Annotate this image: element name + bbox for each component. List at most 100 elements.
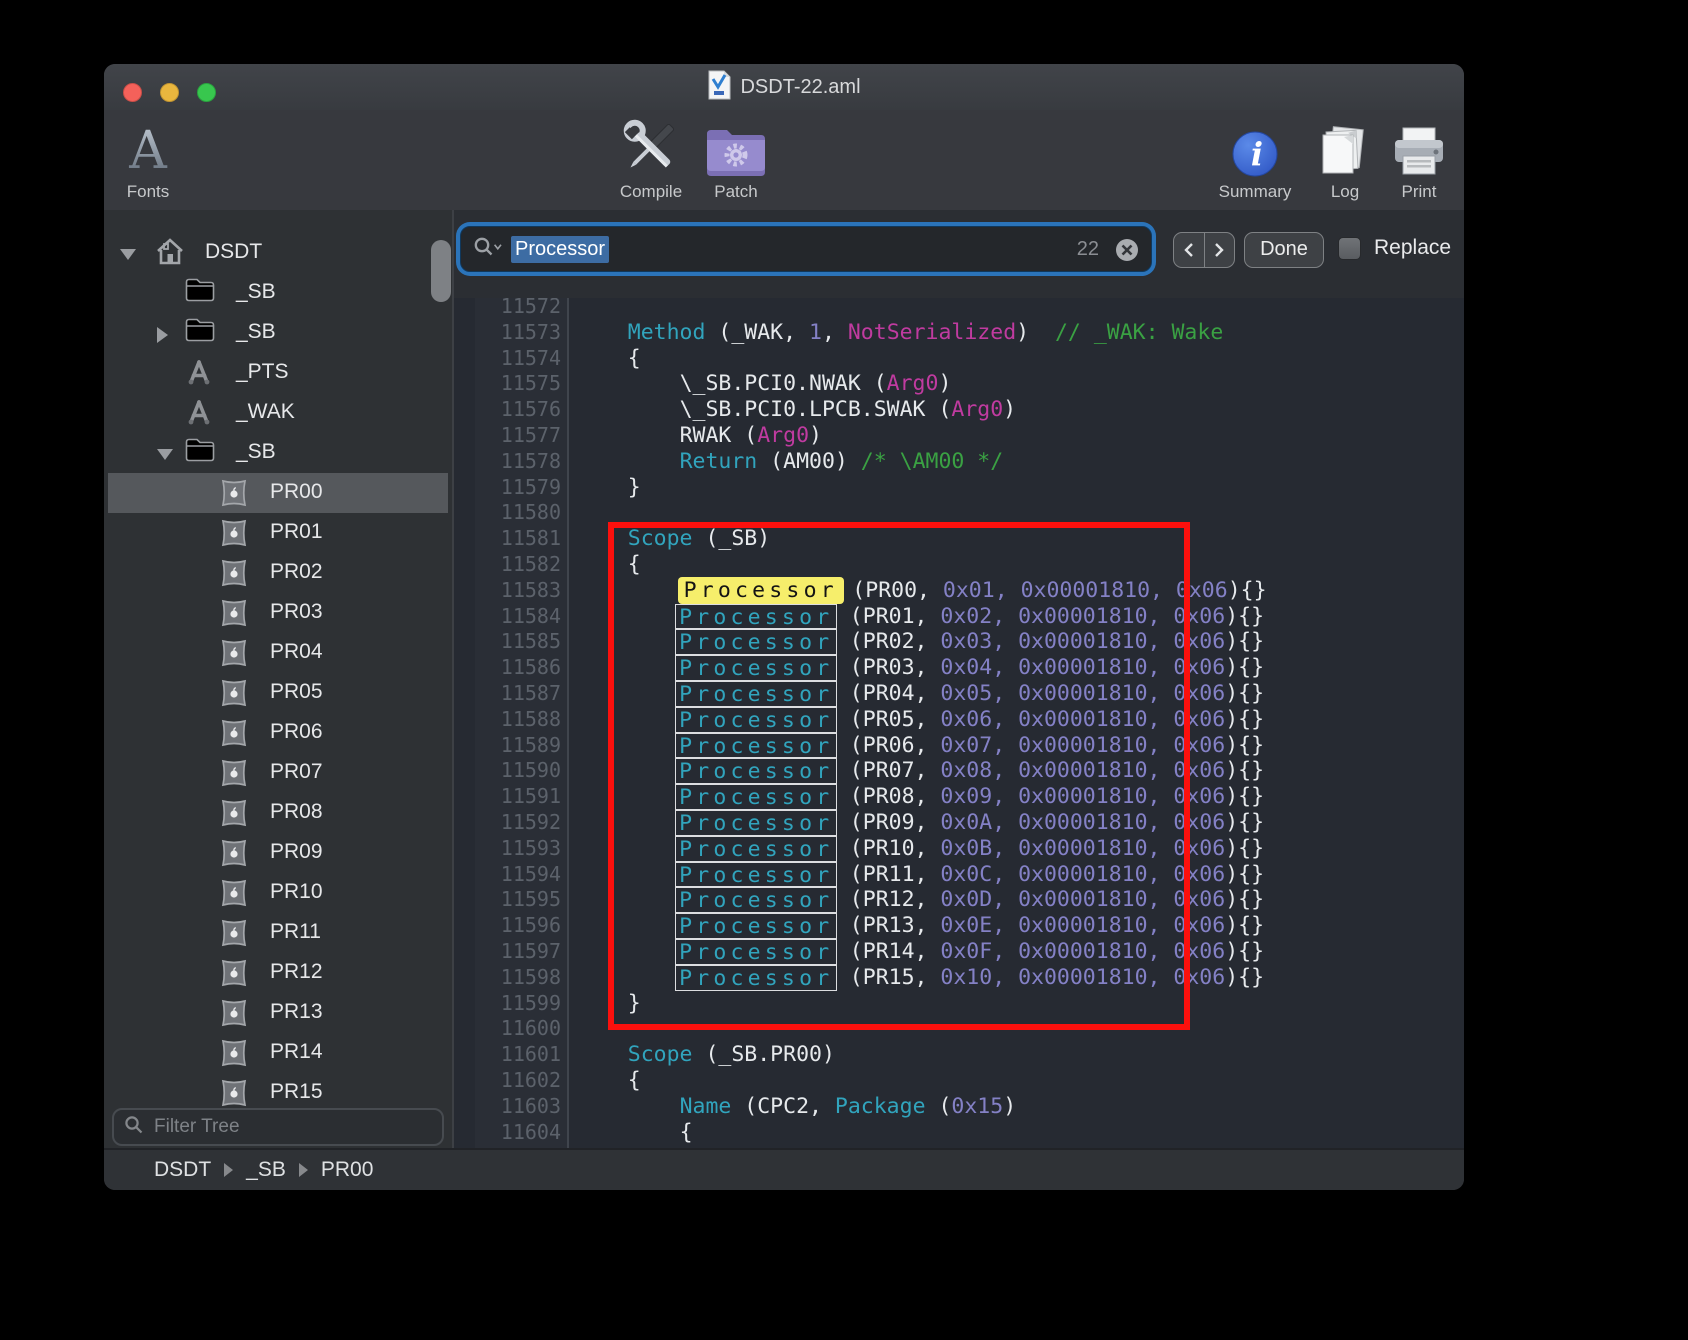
sidebar-item-pr11[interactable]: PR11: [104, 913, 452, 953]
code-token: [576, 1068, 628, 1093]
toolbar-label: Compile: [620, 182, 682, 202]
line-number: 11578: [475, 449, 567, 475]
line-number: 11596: [475, 913, 567, 939]
code-token: (_SB): [693, 526, 771, 551]
filter-tree-input[interactable]: [152, 1115, 432, 1139]
code-token: NotSerialized: [848, 320, 1016, 345]
toolbar-patch-button[interactable]: Patch: [681, 116, 791, 202]
line-number: 11587: [475, 681, 567, 707]
sidebar-item-pr09[interactable]: PR09: [104, 833, 452, 873]
device-icon: [219, 1078, 249, 1108]
sidebar-item-pr05[interactable]: PR05: [104, 673, 452, 713]
line-content: }: [569, 475, 641, 501]
sidebar-item-_pts[interactable]: _PTS: [104, 353, 452, 393]
toolbar-print-button[interactable]: Print: [1364, 116, 1464, 202]
code-token: [576, 758, 680, 783]
sidebar-item-_wak[interactable]: _WAK: [104, 393, 452, 433]
disclosure-triangle[interactable]: [157, 327, 168, 343]
breadcrumb-item-pr00[interactable]: PR00: [321, 1158, 374, 1182]
sidebar-item-pr15[interactable]: PR15: [104, 1073, 452, 1108]
tree-item-label: _SB: [236, 320, 276, 344]
code-token: [576, 604, 680, 629]
sidebar-item-pr08[interactable]: PR08: [104, 793, 452, 833]
code-token: [576, 810, 680, 835]
sidebar-item-_sb[interactable]: _SB: [104, 273, 452, 313]
line-number: 11598: [475, 965, 567, 991]
code-token: RWAK (: [680, 423, 758, 448]
titlebar[interactable]: DSDT-22.aml: [104, 64, 1464, 111]
find-query-text[interactable]: Processor: [511, 236, 609, 263]
sidebar-item-pr12[interactable]: PR12: [104, 953, 452, 993]
breadcrumb-separator-icon: [224, 1163, 233, 1177]
breadcrumb: DSDT _SB PR00: [104, 1148, 1464, 1190]
disclosure-triangle[interactable]: [120, 249, 136, 260]
find-match-highlight: Processor: [675, 862, 837, 888]
sidebar-item-pr13[interactable]: PR13: [104, 993, 452, 1033]
toolbar-fonts-button[interactable]: AFonts: [104, 116, 203, 202]
disclosure-triangle[interactable]: [157, 449, 173, 460]
filter-tree-field[interactable]: [112, 1108, 444, 1146]
line-content: \_SB.PCI0.NWAK (Arg0): [569, 371, 951, 397]
tree-item-label: _SB: [236, 440, 276, 464]
find-previous-button[interactable]: [1174, 233, 1204, 267]
sidebar: DSDT_SB_SB_PTS_WAK_SBPR00PR01PR02PR03PR0…: [104, 210, 452, 1148]
code-line: 11579 }: [454, 475, 1464, 501]
code-editor[interactable]: 1157211573 Method (_WAK, 1, NotSerialize…: [454, 298, 1464, 1148]
code-token: 0x0C, 0x00001810, 0x06: [940, 862, 1225, 887]
code-token: \_SB.PCI0.NWAK (: [680, 371, 887, 396]
code-token: (PR11,: [837, 862, 941, 887]
sidebar-item-dsdt[interactable]: DSDT: [104, 233, 452, 273]
sidebar-item-_sb[interactable]: _SB: [104, 433, 452, 473]
sidebar-item-pr02[interactable]: PR02: [104, 553, 452, 593]
find-next-button[interactable]: [1204, 233, 1235, 267]
sidebar-scrollbar-thumb[interactable]: [431, 240, 451, 302]
find-match-highlight: Processor: [675, 707, 837, 733]
line-number: 11591: [475, 784, 567, 810]
search-menu-icon[interactable]: [473, 236, 503, 263]
sidebar-item-pr04[interactable]: PR04: [104, 633, 452, 673]
code-token: \_SB.PCI0.LPCB.SWAK (: [680, 397, 952, 422]
replace-checkbox[interactable]: [1338, 237, 1361, 260]
tree-item-label: PR15: [270, 1080, 323, 1104]
device-icon: [219, 958, 249, 993]
code-token: ){}: [1225, 733, 1264, 758]
breadcrumb-item-dsdt[interactable]: DSDT: [154, 1158, 211, 1182]
line-number: 11589: [475, 733, 567, 759]
code-line: 11590 Processor (PR07, 0x08, 0x00001810,…: [454, 758, 1464, 784]
code-token: {: [628, 1068, 641, 1093]
clear-search-icon[interactable]: [1115, 238, 1139, 267]
breadcrumb-item-_sb[interactable]: _SB: [246, 1158, 286, 1182]
code-token: (PR10,: [837, 836, 941, 861]
code-token: 0x05, 0x00001810, 0x06: [940, 681, 1225, 706]
code-lines: 1157211573 Method (_WAK, 1, NotSerialize…: [454, 298, 1464, 1145]
line-content: Processor (PR14, 0x0F, 0x00001810, 0x06)…: [569, 939, 1264, 965]
code-token: ): [938, 371, 951, 396]
sidebar-item-pr07[interactable]: PR07: [104, 753, 452, 793]
sidebar-item-pr00[interactable]: PR00: [104, 473, 452, 513]
sidebar-item-pr01[interactable]: PR01: [104, 513, 452, 553]
find-field[interactable]: Processor 22: [460, 226, 1152, 272]
find-match-highlight: Processor: [675, 655, 837, 681]
tree-item-label: _WAK: [236, 400, 295, 424]
done-button[interactable]: Done: [1244, 232, 1324, 268]
tree-item-label: PR14: [270, 1040, 323, 1064]
line-number: 11577: [475, 423, 567, 449]
device-icon: [219, 478, 249, 513]
code-token: (_WAK,: [705, 320, 809, 345]
find-current-match-highlight: Processor: [678, 577, 844, 604]
line-content: }: [569, 991, 641, 1017]
device-icon: [219, 918, 249, 953]
sidebar-item-pr14[interactable]: PR14: [104, 1033, 452, 1073]
toolbar-label: Fonts: [127, 182, 170, 202]
code-token: ){}: [1225, 810, 1264, 835]
tree-item-label: PR11: [270, 920, 321, 944]
code-token: [576, 681, 680, 706]
sidebar-item-pr10[interactable]: PR10: [104, 873, 452, 913]
device-icon: [219, 718, 249, 753]
line-number: 11592: [475, 810, 567, 836]
code-token: ){}: [1228, 578, 1267, 603]
sidebar-item-_sb[interactable]: _SB: [104, 313, 452, 353]
code-token: Arg0: [887, 371, 939, 396]
sidebar-item-pr06[interactable]: PR06: [104, 713, 452, 753]
sidebar-item-pr03[interactable]: PR03: [104, 593, 452, 633]
